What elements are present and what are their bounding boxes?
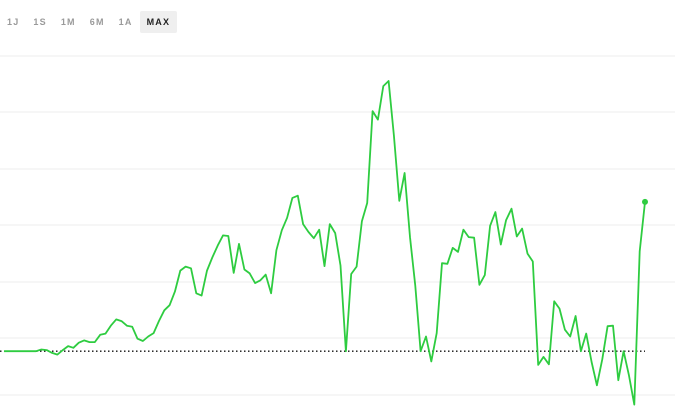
price-series-line: [4, 80, 646, 406]
chart-grid: [0, 55, 675, 396]
last-price-point: [642, 198, 648, 205]
price-chart: [0, 55, 675, 406]
